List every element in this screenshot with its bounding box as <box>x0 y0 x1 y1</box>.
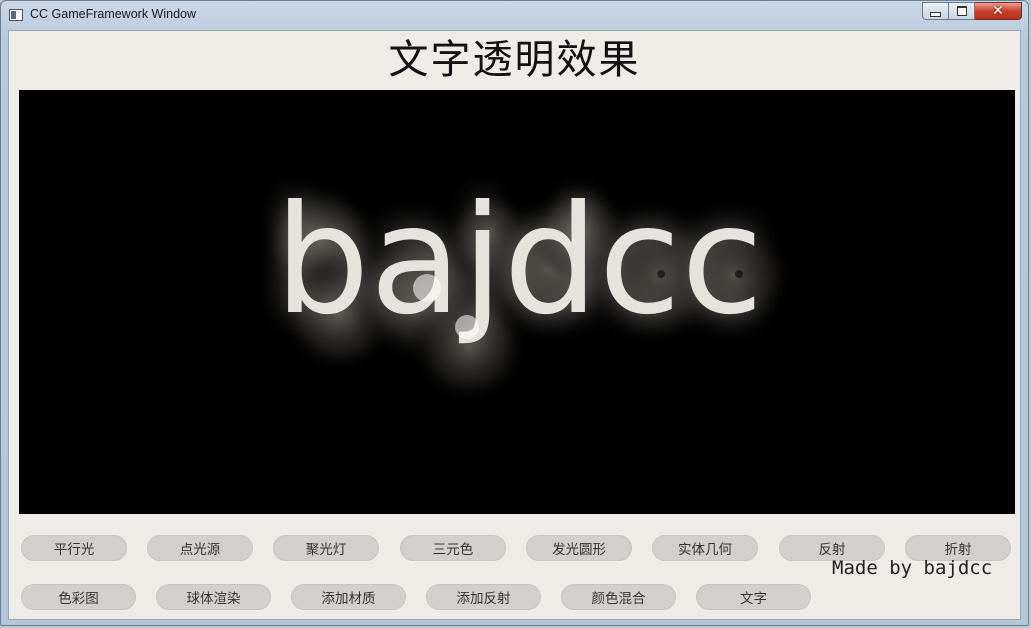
page-title: 文字透明效果 <box>388 37 641 83</box>
effect-button[interactable]: 平行光 <box>21 535 127 561</box>
effect-button[interactable]: 三元色 <box>400 535 506 561</box>
caption-buttons: ✕ <box>922 2 1022 21</box>
minimize-button[interactable] <box>922 2 949 20</box>
maximize-icon <box>956 6 967 16</box>
app-window: CC GameFramework Window ✕ 文字透明效果 bajdcc … <box>0 0 1029 626</box>
render-svg: bajdcc bajdcc <box>259 174 794 405</box>
minimize-icon <box>930 11 941 17</box>
effect-button[interactable]: 颜色混合 <box>561 584 676 610</box>
effect-button[interactable]: 添加材质 <box>291 584 406 610</box>
effect-button[interactable]: 添加反射 <box>426 584 541 610</box>
render-canvas[interactable]: bajdcc bajdcc <box>19 90 1015 514</box>
window-title: CC GameFramework Window <box>30 7 197 21</box>
effect-button[interactable]: 文字 <box>696 584 811 610</box>
close-button[interactable]: ✕ <box>975 2 1022 20</box>
effect-button[interactable]: 聚光灯 <box>273 535 379 561</box>
effect-button[interactable]: 点光源 <box>147 535 253 561</box>
window-app-icon[interactable] <box>9 9 23 21</box>
effect-button[interactable]: 实体几何 <box>652 535 758 561</box>
maximize-button[interactable] <box>949 2 975 20</box>
effect-button[interactable]: 色彩图 <box>21 584 136 610</box>
client-area: 文字透明效果 bajdcc bajdcc 平行光 点光源 聚光灯 三元色 发光圆… <box>8 30 1021 620</box>
title-bar[interactable]: CC GameFramework Window ✕ <box>1 1 1030 29</box>
effect-button[interactable]: 球体渲染 <box>156 584 271 610</box>
canvas-text: bajdcc <box>275 174 764 348</box>
effect-button[interactable]: 发光圆形 <box>526 535 632 561</box>
made-by-label: Made by bajdcc <box>832 557 993 579</box>
button-row-2: 色彩图 球体渲染 添加材质 添加反射 颜色混合 文字 <box>9 584 1020 610</box>
close-icon: ✕ <box>992 3 1004 19</box>
